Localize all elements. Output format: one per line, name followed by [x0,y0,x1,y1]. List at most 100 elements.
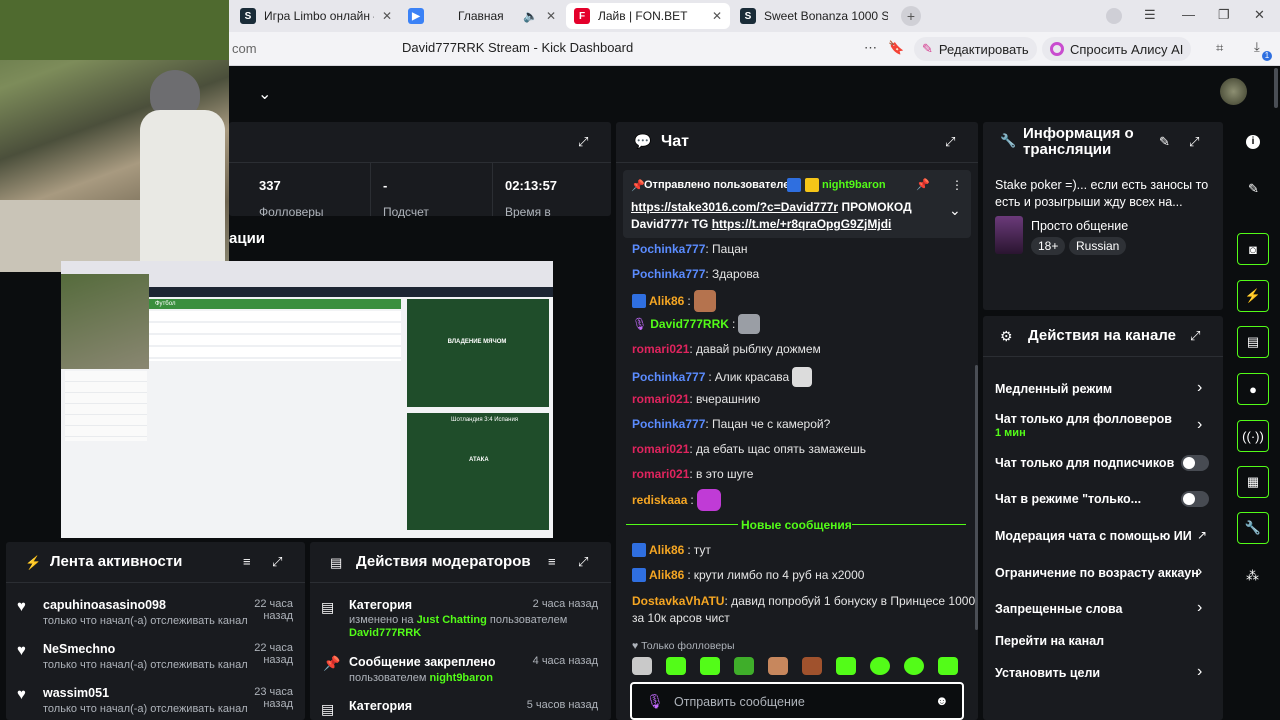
page-scrollbar[interactable] [1274,68,1278,108]
chat-username[interactable]: romari021 [632,442,689,456]
close-window-icon[interactable]: ✕ [1254,7,1265,23]
new-tab-button[interactable]: + [901,6,921,26]
emote-icon[interactable] [734,657,754,675]
action-emote-only[interactable]: Чат в режиме "только... [995,492,1141,506]
action-go-to-channel[interactable]: Перейти на канал [995,634,1104,648]
action-ai-moderation[interactable]: Модерация чата с помощью ИИ [995,529,1192,543]
mod-action-user[interactable]: night9baron [429,672,493,684]
chevron-right-icon[interactable]: › [1197,599,1202,617]
chat-username[interactable]: Pochinka777 [632,370,705,384]
feed-username[interactable]: wassim051 [43,686,109,700]
emote-icon[interactable] [700,657,720,675]
speaker-icon[interactable]: 🔈 [523,9,538,23]
emote-icon[interactable] [904,657,924,675]
chevron-right-icon[interactable]: › [1197,379,1202,397]
bookmark-icon[interactable]: 🔖 [888,40,904,56]
expand-chevron-icon[interactable]: ⌄ [949,202,961,219]
lightning-tool-button[interactable]: ⚡ [1237,280,1269,312]
chevron-right-icon[interactable]: › [1197,663,1202,681]
restore-icon[interactable]: ❐ [1218,7,1230,23]
chat-scrollbar[interactable] [975,365,978,630]
chat-username[interactable]: Alik86 [649,568,684,582]
action-banned-words[interactable]: Запрещенные слова [995,602,1122,616]
emote-icon[interactable] [666,657,686,675]
popout-icon[interactable]: ⤢ [272,554,282,570]
tab-bonanza[interactable]: S Sweet Bonanza 1000 Slot [732,3,896,29]
emote-icon[interactable] [632,657,652,675]
pencil-icon[interactable]: ✎ [1159,134,1170,150]
mod-action-user[interactable]: David777RRK [349,627,421,639]
feed-username[interactable]: NeSmechno [43,642,115,656]
emoji-icon[interactable]: ☻ [935,693,949,708]
chevron-right-icon[interactable]: › [1197,416,1202,434]
edit-button[interactable]: ✎ Редактировать [914,37,1037,61]
more-icon[interactable]: ⋯ [864,40,877,56]
minimize-icon[interactable]: — [1182,7,1195,22]
tab-limbo[interactable]: S Игра Limbo онлайн – игр ✕ [232,3,400,29]
profile-icon[interactable] [1106,8,1122,24]
external-link-icon[interactable]: ↗ [1197,528,1207,542]
wrench-tool-button[interactable]: 🔧 [1237,512,1269,544]
pinned-user[interactable]: night9baron [822,179,886,191]
avatar[interactable] [1220,78,1247,105]
chat-username[interactable]: Pochinka777 [632,417,705,431]
chat-username[interactable]: Alik86 [649,294,684,308]
pencil-icon[interactable]: ✎ [1248,181,1259,197]
filter-icon[interactable]: ≡ [243,554,251,569]
close-icon[interactable]: ✕ [712,9,722,23]
mod-action-category[interactable]: Just Chatting [417,614,487,626]
filter-icon[interactable]: ≡ [548,554,556,569]
chat-username[interactable]: Pochinka777 [632,242,705,256]
popout-icon[interactable]: ⤢ [578,134,588,150]
pinned-link-2[interactable]: https://t.me/+r8qraOpgG9ZjMjdi [712,217,892,231]
popout-icon[interactable]: ⤢ [945,134,955,150]
chevron-right-icon[interactable]: › [1197,563,1202,581]
emote-icon[interactable] [938,657,958,675]
category-thumbnail[interactable] [995,216,1023,254]
subscribers-only-toggle[interactable] [1181,455,1209,471]
emote-icon[interactable] [870,657,890,675]
apps-icon[interactable]: ⁂ [1246,568,1259,584]
ask-alice-button[interactable]: Спросить Алису AI [1042,37,1192,61]
collapse-chevron-icon[interactable]: ⌄ [258,84,271,104]
tag-age[interactable]: 18+ [1031,237,1066,255]
notes-tool-button[interactable]: ▤ [1237,326,1269,358]
menu-icon[interactable]: ☰ [1144,7,1156,23]
chat-username[interactable]: romari021 [632,342,689,356]
chat-username[interactable]: Pochinka777 [632,267,705,281]
feed-username[interactable]: capuhinoasasino098 [43,598,166,612]
emote-only-toggle[interactable] [1181,491,1209,507]
category-name[interactable]: Просто общение [1031,219,1128,233]
tab-fonbet[interactable]: F Лайв | FON.BET ✕ [566,3,730,29]
emote-icon[interactable] [802,657,822,675]
action-set-goals[interactable]: Установить цели [995,666,1100,680]
close-icon[interactable]: ✕ [546,9,556,23]
url-text[interactable]: com [232,41,257,56]
action-age-restriction[interactable]: Ограничение по возрасту аккаун [995,566,1199,580]
emote-icon[interactable] [768,657,788,675]
store-tool-button[interactable]: ▦ [1237,466,1269,498]
download-icon[interactable]: ⤓ [1254,39,1260,55]
camera-tool-button[interactable]: ◙ [1237,233,1269,265]
chat-username[interactable]: romari021 [632,392,689,406]
action-subscribers-only[interactable]: Чат только для подписчиков [995,456,1174,470]
chat-username[interactable]: romari021 [632,467,689,481]
tab-main[interactable]: ▶ Главная 🔈 ✕ [400,3,564,29]
pinned-link-1[interactable]: https://stake3016.com/?c=David777r [631,200,838,214]
popout-icon[interactable]: ⤢ [1189,134,1199,150]
unpin-icon[interactable]: 📌 [916,178,930,191]
chat-username[interactable]: DostavkaVhATU [632,594,724,608]
extensions-icon[interactable]: ⌗ [1216,40,1223,56]
more-vertical-icon[interactable]: ⋮ [951,178,963,192]
popout-icon[interactable]: ⤢ [578,554,588,570]
chat-tool-button[interactable]: ● [1237,373,1269,405]
chat-input[interactable]: 🎙 Отправить сообщение ☻ [630,682,964,720]
action-followers-only[interactable]: Чат только для фолловеров [995,412,1172,426]
action-slow-mode[interactable]: Медленный режим [995,382,1112,396]
broadcast-tool-button[interactable]: ((·)) [1237,420,1269,452]
tag-language[interactable]: Russian [1069,237,1127,255]
info-icon[interactable]: i [1246,135,1260,149]
chat-username[interactable]: Alik86 [649,543,684,557]
chat-username[interactable]: rediskaaa [632,493,687,507]
popout-icon[interactable]: ⤢ [1190,328,1200,344]
